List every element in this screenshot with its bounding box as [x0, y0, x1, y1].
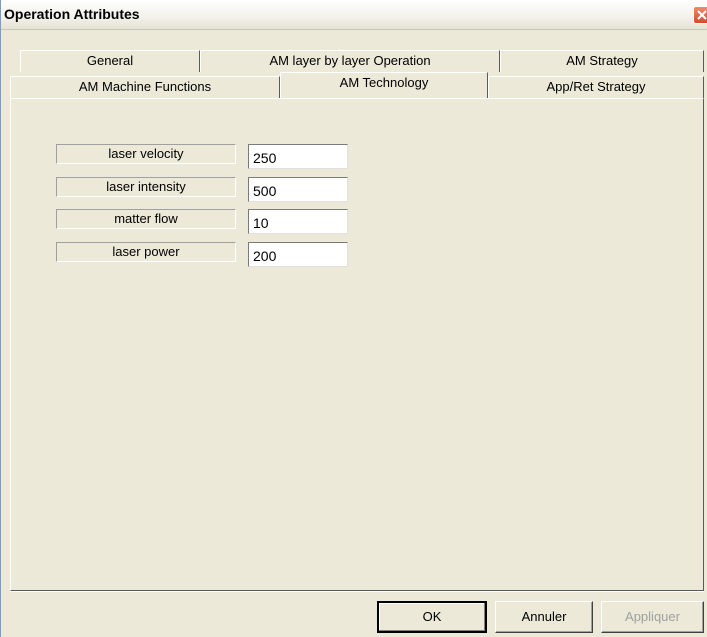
matter-flow-field[interactable] — [248, 209, 348, 234]
tab-app-ret-strategy[interactable]: App/Ret Strategy — [488, 76, 704, 98]
tab-am-machine-functions[interactable]: AM Machine Functions — [10, 76, 280, 98]
footer-divider — [10, 591, 704, 592]
tab-general[interactable]: General — [20, 50, 200, 72]
close-icon — [697, 10, 707, 20]
laser-velocity-field[interactable] — [248, 144, 348, 169]
title-bar[interactable]: Operation Attributes — [1, 0, 707, 30]
laser-velocity-label: laser velocity — [56, 144, 236, 164]
cancel-button[interactable]: Annuler — [495, 601, 593, 633]
tab-am-technology[interactable]: AM Technology — [280, 72, 488, 98]
laser-power-label: laser power — [56, 242, 236, 262]
laser-intensity-label: laser intensity — [56, 177, 236, 197]
ok-button[interactable]: OK — [377, 601, 487, 633]
operation-attributes-dialog: Operation Attributes General AM layer by… — [0, 0, 707, 637]
laser-intensity-field[interactable] — [248, 177, 348, 202]
tab-am-layer-by-layer-operation[interactable]: AM layer by layer Operation — [200, 50, 500, 72]
matter-flow-label: matter flow — [56, 209, 236, 229]
close-button[interactable] — [693, 6, 707, 24]
tab-am-strategy[interactable]: AM Strategy — [500, 50, 704, 72]
apply-button[interactable]: Appliquer — [601, 601, 704, 633]
window-title: Operation Attributes — [4, 6, 140, 22]
am-technology-panel: laser velocity laser intensity matter fl… — [10, 98, 704, 591]
laser-power-field[interactable] — [248, 242, 348, 267]
